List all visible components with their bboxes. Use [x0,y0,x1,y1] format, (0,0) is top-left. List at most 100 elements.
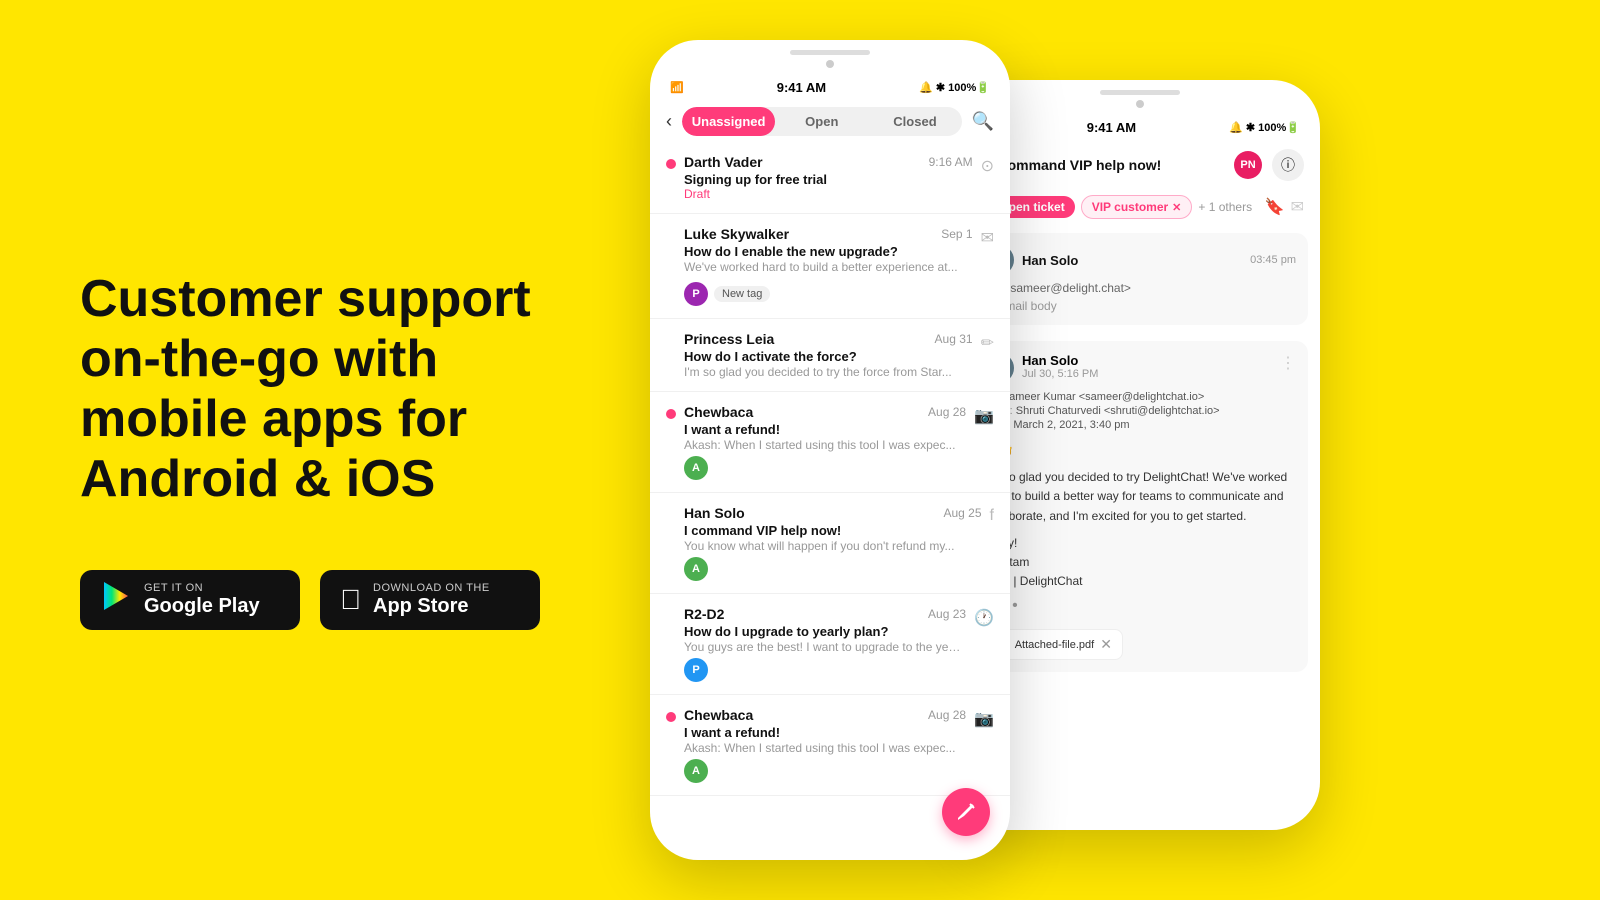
conv-subject: I want a refund! [684,422,966,437]
draft-sender: Han Solo [1022,253,1078,268]
conv-item-princess-leia[interactable]: Princess Leia Aug 31 How do I activate t… [650,319,1010,392]
search-icon[interactable]: 🔍 [972,111,994,132]
conv-content: R2-D2 Aug 23 How do I upgrade to yearly … [684,606,966,682]
conv-content: Darth Vader 9:16 AM Signing up for free … [684,154,973,201]
apple-icon:  [340,584,361,616]
compose-fab-button[interactable] [942,788,990,836]
no-dot [666,505,676,515]
share-icon[interactable]: ✉ [1291,197,1304,217]
full-email-card: HS Han Solo Jul 30, 5:16 PM ⋮ To: Sameer… [972,341,1308,672]
info-button[interactable]: ⓘ [1272,149,1304,181]
draft-body: Hi email body [984,299,1296,313]
full-email-meta: Han Solo Jul 30, 5:16 PM [1022,353,1272,380]
draft-email-card: HS Han Solo 03:45 pm To: <sameer@delight… [972,233,1308,325]
conversation-list: Darth Vader 9:16 AM Signing up for free … [650,142,1010,860]
conv-name: Darth Vader [684,154,763,170]
phone1-notch [790,50,870,55]
no-dot [666,226,676,236]
conv-name: Chewbaca [684,404,753,420]
email-date-row: Date: March 2, 2021, 3:40 pm [984,419,1296,431]
avatar-a2-green: A [684,557,708,581]
conv-preview: Akash: When I started using this tool I … [684,438,966,452]
app-store-sub: Download on the [373,582,490,594]
conv-subject: How do I upgrade to yearly plan? [684,624,966,639]
conv-item-luke[interactable]: Luke Skywalker Sep 1 How do I enable the… [650,214,1010,319]
phone1-speaker [826,60,834,68]
app-store-button[interactable]:  Download on the App Store [320,570,540,630]
others-tag: + 1 others [1198,200,1252,214]
avatar-a-green: A [684,456,708,480]
conv-subject: I command VIP help now! [684,523,982,538]
conv-dot-red-2 [666,712,676,722]
phone2-status-icons: 🔔 ✱ 100%🔋 [1229,121,1300,134]
conv-dot-red [666,159,676,169]
facebook-icon: f [990,507,994,525]
conv-time: Sep 1 [941,227,972,241]
conv-name: Chewbaca [684,707,753,723]
conv-content: Han Solo Aug 25 I command VIP help now! … [684,505,982,581]
conv-subject: How do I enable the new upgrade? [684,244,973,259]
phone1-signal-icon: 📶 [670,81,684,94]
conv-draft-label: Draft [684,187,973,201]
no-dot [666,331,676,341]
tab-closed[interactable]: Closed [868,107,961,136]
clock-icon: 🕐 [974,608,994,628]
conv-preview: You know what will happen if you don't r… [684,539,982,553]
conv-tag-new: New tag [714,286,770,302]
conv-item-darth-vader[interactable]: Darth Vader 9:16 AM Signing up for free … [650,142,1010,214]
edit-icon: ✏ [981,333,994,353]
conv-header: Luke Skywalker Sep 1 [684,226,973,242]
google-play-button[interactable]: GET IT ON Google Play [80,570,300,630]
conv-name: Luke Skywalker [684,226,789,242]
full-sender: Han Solo [1022,353,1272,368]
conv-header: R2-D2 Aug 23 [684,606,966,622]
conv-preview: Akash: When I started using this tool I … [684,741,966,755]
phone1-notch-area [650,40,1010,74]
conv-item-chewbaca-2[interactable]: Chewbaca Aug 28 I want a refund! Akash: … [650,695,1010,796]
phone2-notch [1100,90,1180,95]
full-date: Jul 30, 5:16 PM [1022,368,1272,380]
draft-icon: ⊙ [981,156,994,176]
avatar-a3-green: A [684,759,708,783]
conv-name: Princess Leia [684,331,774,347]
conv-time: Aug 28 [928,708,966,722]
conv-header: Princess Leia Aug 31 [684,331,973,347]
google-play-main: Google Play [144,594,260,618]
conv-header: Han Solo Aug 25 [684,505,982,521]
email-closing: Enjoy! Preetam CEO | DelightChat [984,534,1296,592]
to-value: Sameer Kumar <sameer@delightchat.io> [1002,391,1205,403]
app-store-text: Download on the App Store [373,582,490,618]
email-options-button[interactable]: ⋮ [1280,353,1296,373]
phone1-time: 9:41 AM [777,80,826,95]
phone2-status-bar: 📶 9:41 AM 🔔 ✱ 100%🔋 [960,114,1320,141]
more-dots: • • • [984,597,1296,615]
google-play-text: GET IT ON Google Play [144,582,260,618]
google-play-icon [100,580,132,620]
bookmark-icon[interactable]: 🔖 [1265,197,1285,217]
conv-name: R2-D2 [684,606,724,622]
conv-item-chewbaca[interactable]: Chewbaca Aug 28 I want a refund! Akash: … [650,392,1010,493]
conv-header: Chewbaca Aug 28 [684,707,966,723]
tab-unassigned[interactable]: Unassigned [682,107,775,136]
conv-item-han-solo[interactable]: Han Solo Aug 25 I command VIP help now! … [650,493,1010,594]
phone1-back-button[interactable]: ‹ [666,111,672,132]
tab-open[interactable]: Open [775,107,868,136]
vip-customer-tag[interactable]: VIP customer ✕ [1081,195,1193,219]
app-buttons: GET IT ON Google Play  Download on the … [80,570,560,630]
conv-item-r2d2[interactable]: R2-D2 Aug 23 How do I upgrade to yearly … [650,594,1010,695]
attachment-close-button[interactable]: ✕ [1100,636,1112,653]
tags-row: Reopen ticket VIP customer ✕ + 1 others … [960,189,1320,225]
google-play-sub: GET IT ON [144,582,260,594]
conv-content: Princess Leia Aug 31 How do I activate t… [684,331,973,379]
vip-close-icon[interactable]: ✕ [1172,201,1181,214]
email-body-text: I'm so glad you decided to try DelightCh… [984,468,1296,526]
conv-subject: I want a refund! [684,725,966,740]
conv-content: Chewbaca Aug 28 I want a refund! Akash: … [684,404,966,480]
email-to-row: To: Sameer Kumar <sameer@delightchat.io> [984,391,1296,403]
attachment-name: Attached-file.pdf [1015,639,1095,651]
vip-label: VIP customer [1092,200,1168,214]
phone2-notch-area [960,80,1320,114]
phone1-status-icons: 🔔 ✱ 100%🔋 [919,81,990,94]
conv-subject: How do I activate the force? [684,349,973,364]
instagram-icon: 📷 [974,406,994,426]
